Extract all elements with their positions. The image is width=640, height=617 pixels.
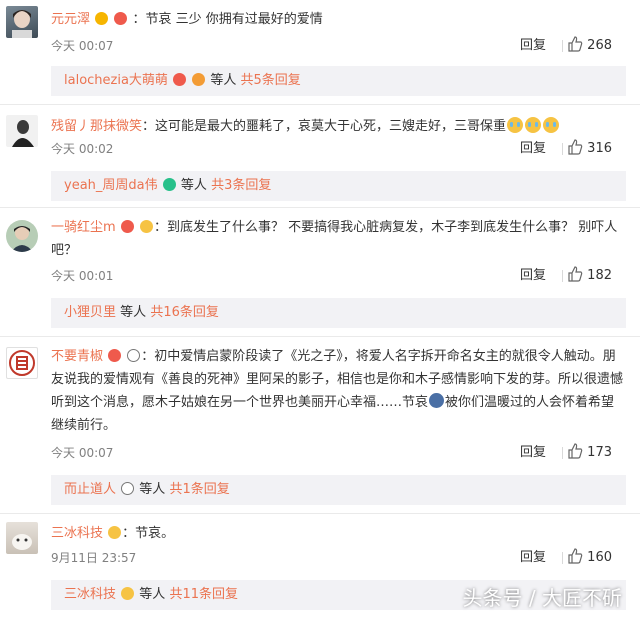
reply-button[interactable]: 回复 xyxy=(520,36,546,56)
comment-time: 今天 00:07 xyxy=(51,446,114,460)
comment-username[interactable]: 残留丿那抹微笑 xyxy=(51,119,142,134)
avatar[interactable] xyxy=(6,6,38,38)
comment-username[interactable]: 不要青椒 xyxy=(51,349,103,364)
reply-username[interactable]: yeah_周周da伟 xyxy=(64,178,158,193)
reply-username[interactable]: 三冰科技 xyxy=(64,587,116,602)
avatar[interactable] xyxy=(6,522,38,554)
thumbs-up-icon xyxy=(568,443,583,459)
reply-button[interactable]: 回复 xyxy=(520,266,546,286)
comment-username[interactable]: 一骑红尘m xyxy=(51,220,116,235)
reply-count-link[interactable]: 共11条回复 xyxy=(169,587,238,602)
comment-text: 元元濢 ：节哀 三少 你拥有过最好的爱情 xyxy=(51,12,323,27)
avatar[interactable] xyxy=(6,115,38,147)
balloon-icon xyxy=(192,73,206,86)
comment-meta: 9月11日 23:57 回复 160 xyxy=(51,548,626,568)
reply-thread-summary[interactable]: 而止道人 等人 共1条回复 xyxy=(51,475,626,505)
divider xyxy=(0,207,640,208)
reply-count-link[interactable]: 共1条回复 xyxy=(169,482,229,497)
comment-meta: 今天 00:01 回复 182 xyxy=(51,266,626,286)
like-button[interactable]: 316 xyxy=(567,139,612,159)
member-badge-icon xyxy=(120,220,134,233)
thumbs-up-icon xyxy=(568,548,583,564)
separator xyxy=(562,447,563,459)
like-count: 268 xyxy=(587,38,612,53)
face-badge-icon xyxy=(121,587,135,600)
reply-username[interactable]: 小狸贝里 xyxy=(64,305,116,320)
comment-text: 三冰科技 ：节哀。 xyxy=(51,526,175,541)
reply-count-link[interactable]: 共3条回复 xyxy=(211,178,271,193)
member-badge-icon xyxy=(114,12,128,25)
comment-username[interactable]: 元元濢 xyxy=(51,12,90,27)
like-count: 173 xyxy=(587,445,612,460)
avatar[interactable] xyxy=(6,347,38,379)
thumbs-up-icon xyxy=(568,139,583,155)
separator xyxy=(562,270,563,282)
comment-text: 残留丿那抹微笑：这可能是最大的噩耗了，哀莫大于心死，三嫂走好，三哥保重 xyxy=(51,115,626,138)
comment-text: 一骑红尘m ：到底发生了什么事？ 不要搞得我心脏病复发，木子李到底发生什么事？ … xyxy=(51,220,618,258)
like-count: 182 xyxy=(587,268,612,283)
comment-text: 不要青椒 ：初中爱情启蒙阶段读了《光之子》，将爱人名字拆开命名女主的就很令人触动… xyxy=(51,349,624,433)
like-button[interactable]: 268 xyxy=(567,36,612,56)
like-button[interactable]: 160 xyxy=(567,548,612,568)
member-badge-icon xyxy=(108,349,122,362)
comment-meta: 今天 00:07 回复 268 xyxy=(51,36,626,56)
comment-username[interactable]: 三冰科技 xyxy=(51,526,103,541)
reply-username[interactable]: 而止道人 xyxy=(64,482,116,497)
comment-time: 今天 00:01 xyxy=(51,269,114,283)
praying-emoji-icon xyxy=(429,393,445,408)
comment-time: 今天 00:02 xyxy=(51,142,114,156)
reply-button[interactable]: 回复 xyxy=(520,443,546,463)
panda-badge-icon xyxy=(121,482,135,495)
crying-emoji-icon xyxy=(507,117,524,133)
like-count: 316 xyxy=(587,141,612,156)
watermark: 头条号 / 大匠不斫 xyxy=(462,586,622,610)
comment-meta: 今天 00:07 回复 173 xyxy=(51,443,626,463)
reply-thread-summary[interactable]: 小狸贝里 等人 共16条回复 xyxy=(51,298,626,328)
thumbs-up-icon xyxy=(568,36,583,52)
comment-time: 9月11日 23:57 xyxy=(51,551,137,565)
like-button[interactable]: 182 xyxy=(567,266,612,286)
crying-emoji-icon xyxy=(525,117,542,133)
reply-thread-summary[interactable]: yeah_周周da伟 等人 共3条回复 xyxy=(51,171,626,201)
reply-count-link[interactable]: 共16条回复 xyxy=(150,305,219,320)
divider xyxy=(0,104,640,105)
reply-username[interactable]: lalochezia大萌萌 xyxy=(64,73,168,88)
separator xyxy=(562,552,563,564)
reply-thread-summary[interactable]: lalochezia大萌萌 等人 共5条回复 xyxy=(51,66,626,96)
crying-emoji-icon xyxy=(543,117,560,133)
avatar[interactable] xyxy=(6,220,38,252)
separator xyxy=(562,40,563,52)
reply-button[interactable]: 回复 xyxy=(520,139,546,159)
green-badge-icon xyxy=(162,178,176,191)
comment-time: 今天 00:07 xyxy=(51,39,114,53)
like-button[interactable]: 173 xyxy=(567,443,612,463)
face-badge-icon xyxy=(108,526,122,539)
member-badge-icon xyxy=(173,73,187,86)
face-badge-icon xyxy=(139,220,153,233)
separator xyxy=(562,143,563,155)
thumbs-up-icon xyxy=(568,266,583,282)
like-count: 160 xyxy=(587,550,612,565)
verified-icon xyxy=(95,12,109,25)
divider xyxy=(0,336,640,337)
reply-count-link[interactable]: 共5条回复 xyxy=(241,73,301,88)
comment-meta: 今天 00:02 回复 316 xyxy=(51,139,626,159)
divider xyxy=(0,513,640,514)
reply-button[interactable]: 回复 xyxy=(520,548,546,568)
panda-badge-icon xyxy=(127,349,141,362)
